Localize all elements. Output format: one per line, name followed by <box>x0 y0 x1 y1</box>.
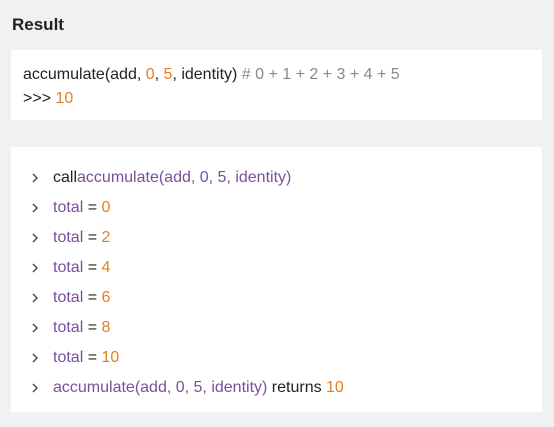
chevron-right-icon[interactable] <box>31 232 53 244</box>
trace-return-expr: accumulate(add, 0, 5, identity) <box>53 379 268 396</box>
trace-call-expr: accumulate(add, 0, 5, identity) <box>77 169 292 186</box>
trace-row-total-4[interactable]: total = 6 <box>31 283 542 313</box>
trace-row-total-3[interactable]: total = 4 <box>31 253 542 283</box>
trace-equals: = <box>83 199 102 216</box>
trace-var-name: total <box>53 229 84 246</box>
trace-return-value: 10 <box>326 379 344 396</box>
trace-var-name: total <box>53 319 84 336</box>
chevron-right-icon[interactable] <box>31 292 53 304</box>
chevron-right-icon[interactable] <box>31 322 53 334</box>
trace-var-name: total <box>53 289 84 306</box>
chevron-right-icon[interactable] <box>31 202 53 214</box>
trace-var-value: 6 <box>101 289 111 306</box>
trace-row-total-6[interactable]: total = 10 <box>31 343 542 373</box>
trace-call-keyword: call <box>53 169 78 186</box>
trace-var-value: 4 <box>101 259 111 276</box>
trace-row-total-5[interactable]: total = 8 <box>31 313 542 343</box>
chevron-right-icon[interactable] <box>31 382 53 394</box>
result-call-sep: , <box>154 66 164 83</box>
trace-row-return[interactable]: accumulate(add, 0, 5, identity) returns … <box>31 373 542 403</box>
trace-var-name: total <box>53 349 84 366</box>
trace-var-value: 0 <box>101 199 111 216</box>
trace-row-total-2[interactable]: total = 2 <box>31 223 542 253</box>
trace-var-value: 8 <box>101 319 111 336</box>
trace-return-keyword: returns <box>267 379 327 396</box>
trace-var-name: total <box>53 259 84 276</box>
result-prompt: >>> <box>23 90 56 107</box>
chevron-right-icon[interactable] <box>31 262 53 274</box>
result-output-value: 10 <box>55 90 74 107</box>
chevron-right-icon[interactable] <box>31 352 53 364</box>
result-panel: accumulate(add, 0, 5, identity) # 0 + 1 … <box>11 50 542 120</box>
result-code-line: accumulate(add, 0, 5, identity) # 0 + 1 … <box>23 63 530 87</box>
page: Result accumulate(add, 0, 5, identity) #… <box>0 0 554 427</box>
result-call-rest: , identity) <box>172 66 242 83</box>
trace-var-name: total <box>53 199 84 216</box>
result-call-func: accumulate(add, <box>23 66 146 83</box>
trace-equals: = <box>83 229 102 246</box>
chevron-right-icon[interactable] <box>31 172 53 184</box>
trace-equals: = <box>83 319 102 336</box>
trace-panel: call accumulate(add, 0, 5, identity) tot… <box>11 147 542 412</box>
result-heading: Result <box>12 15 64 34</box>
trace-row-call[interactable]: call accumulate(add, 0, 5, identity) <box>31 163 542 193</box>
trace-equals: = <box>83 289 102 306</box>
result-output-line: >>> 10 <box>23 87 530 111</box>
result-call-arg-start: 0 <box>145 66 155 83</box>
trace-row-total-1[interactable]: total = 0 <box>31 193 542 223</box>
trace-equals: = <box>83 259 102 276</box>
result-comment: # 0 + 1 + 2 + 3 + 4 + 5 <box>241 66 400 83</box>
trace-var-value: 10 <box>101 349 120 366</box>
trace-var-value: 2 <box>101 229 111 246</box>
trace-equals: = <box>83 349 102 366</box>
